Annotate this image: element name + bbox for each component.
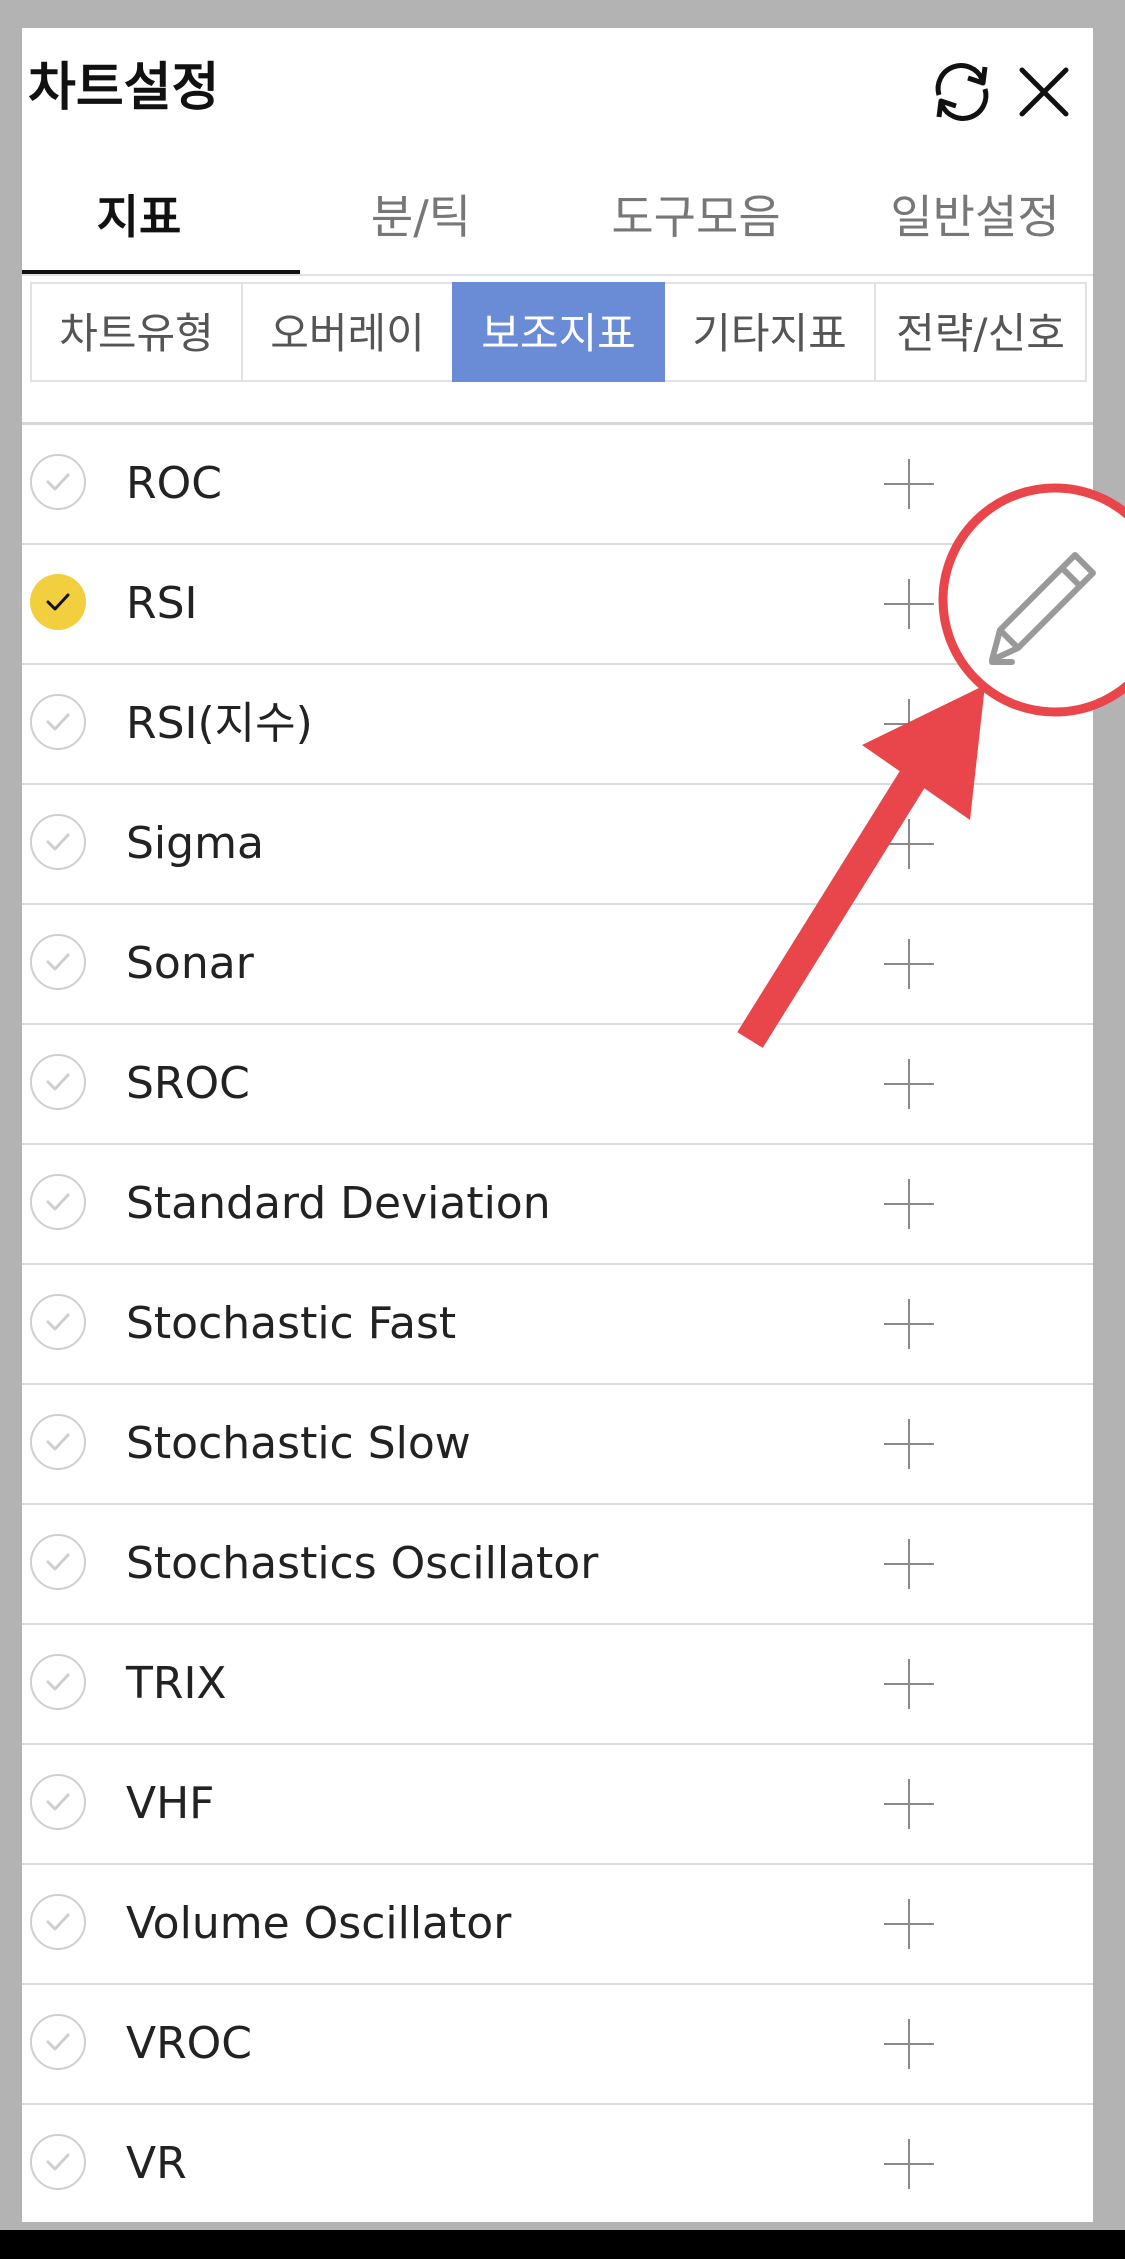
tab-minute-tick[interactable]: 분/틱 — [282, 158, 560, 276]
add-icon[interactable] — [884, 819, 934, 869]
checkmark-icon — [46, 473, 70, 491]
indicator-label: VROC — [126, 2018, 253, 2069]
checkmark-icon — [46, 1913, 70, 1931]
indicator-label: RSI(지수) — [126, 698, 313, 749]
indicator-label: Stochastics Oscillator — [126, 1538, 599, 1589]
indicator-label: Sigma — [126, 818, 264, 869]
checkbox[interactable] — [30, 2134, 86, 2190]
indicator-label: Volume Oscillator — [126, 1898, 512, 1949]
checkbox[interactable] — [30, 574, 86, 630]
checkbox[interactable] — [30, 1534, 86, 1590]
system-nav-bar — [0, 2230, 1125, 2259]
checkbox[interactable] — [30, 2014, 86, 2070]
checkmark-icon — [46, 1313, 70, 1331]
add-icon[interactable] — [884, 1059, 934, 1109]
indicator-label: ROC — [126, 458, 222, 509]
indicator-label: VR — [126, 2138, 187, 2189]
checkbox[interactable] — [30, 1054, 86, 1110]
indicator-label: Stochastic Slow — [126, 1418, 471, 1469]
checkmark-icon — [46, 1193, 70, 1211]
list-item[interactable]: SROC — [22, 1025, 1093, 1145]
checkbox[interactable] — [30, 1654, 86, 1710]
add-icon[interactable] — [884, 1299, 934, 1349]
add-icon[interactable] — [884, 1659, 934, 1709]
indicator-label: Stochastic Fast — [126, 1298, 457, 1349]
subtab-other-indicators[interactable]: 기타지표 — [663, 282, 876, 382]
indicator-label: RSI — [126, 578, 198, 629]
list-item[interactable]: Stochastics Oscillator — [22, 1505, 1093, 1625]
checkmark-icon — [46, 2033, 70, 2051]
list-item[interactable]: Standard Deviation — [22, 1145, 1093, 1265]
subtab-strategy-signal[interactable]: 전략/신호 — [874, 282, 1087, 382]
checkmark-icon — [46, 953, 70, 971]
checkmark-icon — [46, 1793, 70, 1811]
list-item[interactable]: TRIX — [22, 1625, 1093, 1745]
add-icon[interactable] — [884, 1419, 934, 1469]
checkbox[interactable] — [30, 1294, 86, 1350]
checkbox[interactable] — [30, 814, 86, 870]
checkbox[interactable] — [30, 1174, 86, 1230]
add-icon[interactable] — [884, 2019, 934, 2069]
add-icon[interactable] — [884, 579, 934, 629]
tab-indicators[interactable]: 지표 — [22, 158, 278, 276]
checkbox[interactable] — [30, 454, 86, 510]
indicator-label: Standard Deviation — [126, 1178, 551, 1229]
checkmark-icon — [46, 593, 70, 611]
checkbox[interactable] — [30, 934, 86, 990]
tab-toolbox[interactable]: 도구모음 — [557, 158, 835, 276]
checkmark-icon — [46, 713, 70, 731]
checkmark-icon — [46, 1673, 70, 1691]
list-item[interactable]: Sigma — [22, 785, 1093, 905]
chart-settings-panel: 차트설정 지표 분/틱 도구모음 일반설정 차트유형 오버레이 보조지표 기타지… — [22, 28, 1093, 2222]
tab-divider — [22, 274, 1093, 276]
list-item[interactable]: Stochastic Fast — [22, 1265, 1093, 1385]
checkmark-icon — [46, 1553, 70, 1571]
indicator-label: TRIX — [126, 1658, 227, 1709]
add-icon[interactable] — [884, 1899, 934, 1949]
add-icon[interactable] — [884, 1779, 934, 1829]
add-icon[interactable] — [884, 699, 934, 749]
close-button[interactable] — [1002, 50, 1086, 134]
indicator-list: ROC RSI RSI(지수) Sigma Sonar SROC Standard Devi… — [22, 425, 1093, 2222]
checkbox[interactable] — [30, 1414, 86, 1470]
tab-general-settings[interactable]: 일반설정 — [836, 158, 1093, 276]
list-item[interactable]: Sonar — [22, 905, 1093, 1025]
checkmark-icon — [46, 1073, 70, 1091]
add-icon[interactable] — [884, 459, 934, 509]
checkbox[interactable] — [30, 1774, 86, 1830]
checkmark-icon — [46, 1433, 70, 1451]
page-title: 차트설정 — [28, 58, 220, 118]
refresh-icon — [935, 63, 989, 121]
close-icon — [1019, 67, 1069, 117]
refresh-button[interactable] — [920, 50, 1004, 134]
add-icon[interactable] — [884, 1539, 934, 1589]
add-icon[interactable] — [884, 939, 934, 989]
indicator-label: VHF — [126, 1778, 215, 1829]
checkbox[interactable] — [30, 694, 86, 750]
checkmark-icon — [46, 2153, 70, 2171]
subtab-overlay[interactable]: 오버레이 — [241, 282, 454, 382]
checkbox[interactable] — [30, 1894, 86, 1950]
list-item[interactable]: ROC — [22, 425, 1093, 545]
checkmark-icon — [46, 833, 70, 851]
list-item[interactable]: RSI(지수) — [22, 665, 1093, 785]
indicator-label: SROC — [126, 1058, 250, 1109]
indicator-label: Sonar — [126, 938, 254, 989]
sub-tabs: 차트유형 오버레이 보조지표 기타지표 전략/신호 — [30, 282, 1093, 382]
list-item[interactable]: RSI — [22, 545, 1093, 665]
list-item[interactable]: VHF — [22, 1745, 1093, 1865]
add-icon[interactable] — [884, 1179, 934, 1229]
list-item[interactable]: VR — [22, 2105, 1093, 2222]
list-item[interactable]: Stochastic Slow — [22, 1385, 1093, 1505]
subtab-auxiliary-indicators[interactable]: 보조지표 — [452, 282, 665, 382]
subtab-chart-type[interactable]: 차트유형 — [30, 282, 243, 382]
add-icon[interactable] — [884, 2139, 934, 2189]
list-item[interactable]: VROC — [22, 1985, 1093, 2105]
list-item[interactable]: Volume Oscillator — [22, 1865, 1093, 1985]
main-tabs: 지표 분/틱 도구모음 일반설정 — [22, 158, 1093, 276]
active-tab-indicator — [22, 270, 300, 274]
